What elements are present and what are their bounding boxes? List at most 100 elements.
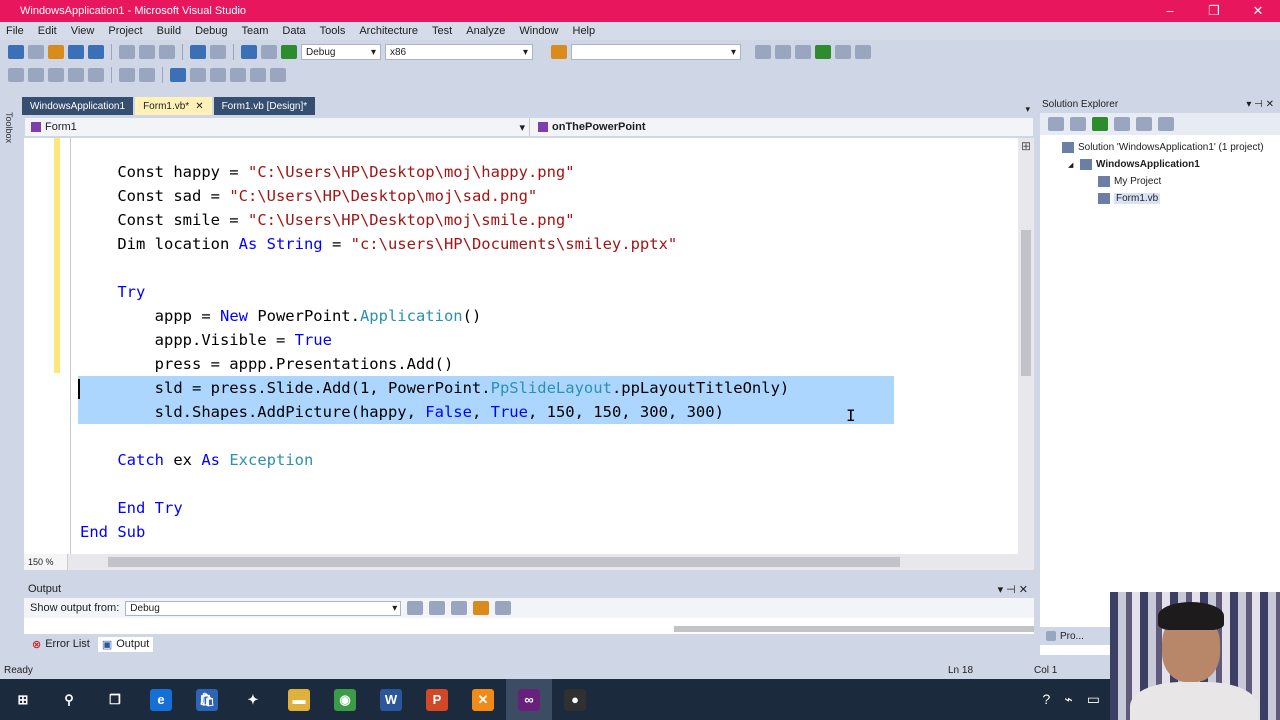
redo-icon[interactable] bbox=[210, 45, 226, 59]
close-tab-icon[interactable]: ✕ bbox=[195, 101, 203, 112]
taskbar-edge[interactable]: e bbox=[138, 679, 184, 720]
new-project-icon[interactable] bbox=[8, 45, 24, 59]
code-editor[interactable]: Const happy = "C:\Users\HP\Desktop\moj\h… bbox=[24, 138, 1018, 554]
quick-info-icon[interactable] bbox=[8, 68, 24, 82]
member-select[interactable]: onThePowerPoint bbox=[530, 121, 1033, 133]
word-completion-icon[interactable] bbox=[48, 68, 64, 82]
tree-item[interactable]: Form1.vb bbox=[1040, 190, 1280, 207]
menu-build[interactable]: Build bbox=[157, 25, 181, 37]
save-icon[interactable] bbox=[68, 45, 84, 59]
menu-test[interactable]: Test bbox=[432, 25, 452, 37]
tab-error-list[interactable]: ⊗ Error List bbox=[28, 637, 94, 652]
properties-icon[interactable] bbox=[775, 45, 791, 59]
undo-icon[interactable] bbox=[190, 45, 206, 59]
taskbar-start[interactable]: ⊞ bbox=[0, 679, 46, 720]
menu-window[interactable]: Window bbox=[519, 25, 558, 37]
next-bookmark-icon[interactable] bbox=[210, 68, 226, 82]
scrollbar-thumb[interactable] bbox=[1021, 230, 1031, 376]
taskbar-obs[interactable]: ● bbox=[552, 679, 598, 720]
start-page-icon[interactable] bbox=[835, 45, 851, 59]
previous-bookmark-icon[interactable] bbox=[190, 68, 206, 82]
taskbar-search[interactable]: ⚲ bbox=[46, 679, 92, 720]
next-message-icon[interactable] bbox=[451, 601, 468, 615]
minimize-button[interactable]: – bbox=[1148, 3, 1192, 19]
paste-icon[interactable] bbox=[159, 45, 175, 59]
start-debugging-icon[interactable] bbox=[281, 45, 297, 59]
class-select[interactable]: Form1 ▾ bbox=[25, 118, 530, 136]
save-all-icon[interactable] bbox=[88, 45, 104, 59]
taskbar-task-view[interactable]: ❐ bbox=[92, 679, 138, 720]
next-bookmark-folder-icon[interactable] bbox=[250, 68, 266, 82]
view-designer-icon[interactable] bbox=[1136, 117, 1152, 131]
menu-edit[interactable]: Edit bbox=[38, 25, 57, 37]
taskbar-chrome[interactable]: ◉ bbox=[322, 679, 368, 720]
taskbar-word[interactable]: W bbox=[368, 679, 414, 720]
toolbox-icon[interactable] bbox=[815, 45, 831, 59]
zoom-level[interactable]: 150 % bbox=[24, 554, 68, 570]
menu-team[interactable]: Team bbox=[242, 25, 269, 37]
vertical-scrollbar[interactable]: ⊞ bbox=[1018, 138, 1034, 554]
menu-data[interactable]: Data bbox=[282, 25, 305, 37]
comment-out-icon[interactable] bbox=[119, 68, 135, 82]
previous-message-icon[interactable] bbox=[429, 601, 446, 615]
taskbar-xampp[interactable]: ✕ bbox=[460, 679, 506, 720]
platform-select[interactable]: x86 ▾ bbox=[385, 44, 533, 60]
tab-windowsapplication1[interactable]: WindowsApplication1 bbox=[22, 97, 134, 115]
menu-debug[interactable]: Debug bbox=[195, 25, 227, 37]
close-button[interactable]: ✕ bbox=[1236, 3, 1280, 19]
refresh-icon[interactable] bbox=[1092, 117, 1108, 131]
menu-tools[interactable]: Tools bbox=[320, 25, 346, 37]
expand-arrow-icon[interactable]: ◢ bbox=[1068, 161, 1076, 169]
help-icon[interactable]: ? bbox=[1043, 691, 1051, 708]
add-item-icon[interactable] bbox=[28, 45, 44, 59]
properties-tab[interactable]: Pro... bbox=[1060, 631, 1084, 642]
prev-bookmark-folder-icon[interactable] bbox=[230, 68, 246, 82]
find-input[interactable]: ▾ bbox=[571, 44, 741, 60]
open-file-icon[interactable] bbox=[48, 45, 64, 59]
toggle-bookmark-icon[interactable] bbox=[170, 68, 186, 82]
show-all-files-icon[interactable] bbox=[1070, 117, 1086, 131]
taskbar-dropbox[interactable]: ✦ bbox=[230, 679, 276, 720]
object-browser-icon[interactable] bbox=[795, 45, 811, 59]
taskbar-powerpoint[interactable]: P bbox=[414, 679, 460, 720]
uncomment-icon[interactable] bbox=[139, 68, 155, 82]
horizontal-scrollbar-thumb[interactable] bbox=[108, 557, 900, 567]
configuration-select[interactable]: Debug ▾ bbox=[301, 44, 381, 60]
properties-icon[interactable] bbox=[1048, 117, 1064, 131]
taskbar-explorer[interactable]: ▬ bbox=[276, 679, 322, 720]
tab-output[interactable]: ▣ Output bbox=[97, 636, 154, 652]
battery-icon[interactable]: ▭ bbox=[1087, 691, 1100, 708]
tree-item[interactable]: Solution 'WindowsApplication1' (1 projec… bbox=[1040, 139, 1280, 156]
solution-explorer-icon[interactable] bbox=[755, 45, 771, 59]
split-icon[interactable]: ⊞ bbox=[1020, 140, 1032, 152]
parameter-info-icon[interactable] bbox=[28, 68, 44, 82]
menu-view[interactable]: View bbox=[71, 25, 95, 37]
class-diagram-icon[interactable] bbox=[1158, 117, 1174, 131]
output-source-select[interactable]: Debug ▾ bbox=[125, 600, 402, 616]
panel-controls[interactable]: ▾ ⊣ ✕ bbox=[998, 583, 1028, 596]
word-wrap-icon[interactable] bbox=[495, 601, 512, 615]
find-message-icon[interactable] bbox=[407, 601, 424, 615]
menu-help[interactable]: Help bbox=[573, 25, 596, 37]
maximize-button[interactable]: ❐ bbox=[1192, 3, 1236, 19]
menu-project[interactable]: Project bbox=[108, 25, 142, 37]
find-in-files-icon[interactable] bbox=[551, 45, 567, 59]
output-scrollbar[interactable] bbox=[674, 626, 1034, 632]
menu-file[interactable]: File bbox=[6, 25, 24, 37]
navigate-forward-icon[interactable] bbox=[261, 45, 277, 59]
tree-item[interactable]: ◢ WindowsApplication1 bbox=[1040, 156, 1280, 173]
network-icon[interactable]: ⌁ bbox=[1064, 691, 1072, 708]
clear-bookmarks-icon[interactable] bbox=[270, 68, 286, 82]
taskbar-store[interactable]: 🛍 bbox=[184, 679, 230, 720]
cut-icon[interactable] bbox=[119, 45, 135, 59]
panel-controls[interactable]: ▾ ⊣ ✕ bbox=[1246, 99, 1274, 110]
tree-item[interactable]: My Project bbox=[1040, 173, 1280, 190]
tab-form1-vb[interactable]: Form1.vb* ✕ bbox=[135, 97, 212, 115]
menu-analyze[interactable]: Analyze bbox=[466, 25, 505, 37]
navigate-back-icon[interactable] bbox=[241, 45, 257, 59]
toolbox-strip[interactable]: Toolbox bbox=[0, 92, 20, 652]
taskbar-visual-studio[interactable]: ∞ bbox=[506, 679, 552, 720]
clear-all-icon[interactable] bbox=[473, 601, 490, 615]
decrease-indent-icon[interactable] bbox=[88, 68, 104, 82]
tab-form1-design[interactable]: Form1.vb [Design]* bbox=[213, 97, 316, 115]
